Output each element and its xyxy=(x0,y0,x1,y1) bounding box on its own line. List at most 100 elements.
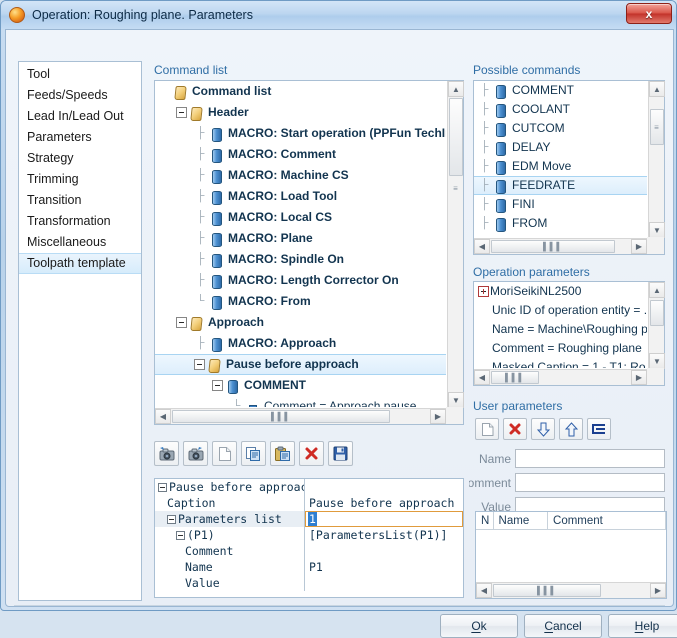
expander-icon[interactable] xyxy=(194,359,205,370)
tree-row[interactable]: ├ MACRO: Comment xyxy=(155,144,446,165)
command-list-panel[interactable]: Command list Header ├ MACRO: Start operatio… xyxy=(154,80,464,425)
table-body[interactable] xyxy=(476,530,666,581)
name-input[interactable] xyxy=(515,449,665,468)
property-row[interactable]: (P1) [ParametersList(P1)] xyxy=(155,527,463,543)
tree-row[interactable]: ├ DELAY xyxy=(474,138,647,157)
scroll-down-icon[interactable]: ▼ xyxy=(649,353,665,369)
scroll-left-icon[interactable]: ◀ xyxy=(476,583,492,598)
list-properties-icon[interactable] xyxy=(587,418,611,440)
move-up-icon[interactable] xyxy=(559,418,583,440)
cancel-button[interactable]: Cancel xyxy=(524,614,602,638)
tree-row[interactable]: ├ FROM xyxy=(474,214,647,233)
hscroll-thumb[interactable]: ▌▌▌ xyxy=(491,371,539,384)
move-down-icon[interactable] xyxy=(531,418,555,440)
tree-row[interactable]: └ MACRO: From xyxy=(155,291,446,312)
property-grid[interactable]: Pause before approach Caption Pause before… xyxy=(154,478,464,598)
property-value-editor[interactable]: 1 xyxy=(305,511,463,527)
category-list[interactable]: Tool Feeds/Speeds Lead In/Lead Out Paramete… xyxy=(18,61,142,601)
expander-icon[interactable] xyxy=(167,514,176,524)
tree-row[interactable]: ├ COOLANT xyxy=(474,100,647,119)
tree-row[interactable]: Pause before approach xyxy=(155,354,446,375)
sidebar-item-parameters[interactable]: Parameters xyxy=(19,127,141,148)
scroll-up-icon[interactable]: ▲ xyxy=(649,282,665,298)
property-value-cell[interactable]: P1 xyxy=(305,559,463,575)
user-parameters-toolbar[interactable] xyxy=(475,418,611,440)
expander-icon[interactable] xyxy=(176,107,187,118)
property-value-cell[interactable]: Pause before approach xyxy=(305,495,463,511)
sidebar-item-lead-in-lead-out[interactable]: Lead In/Lead Out xyxy=(19,106,141,127)
property-value-cell[interactable]: [ParametersList(P1)] xyxy=(305,527,463,543)
scroll-up-icon[interactable]: ▲ xyxy=(448,81,464,97)
tree-row[interactable]: Command list xyxy=(155,81,446,102)
scroll-right-icon[interactable]: ▶ xyxy=(631,370,647,385)
help-button[interactable]: Help xyxy=(608,614,677,638)
scroll-up-icon[interactable]: ▲ xyxy=(649,81,665,97)
hscroll-thumb[interactable]: ▌▌▌ xyxy=(172,410,390,423)
tree-row[interactable]: ├ MACRO: Length Corrector On xyxy=(155,270,446,291)
tree-row[interactable]: ├ EDM Move xyxy=(474,157,647,176)
table-column-header[interactable]: Comment xyxy=(548,512,666,529)
command-tree-vscrollbar[interactable]: ▲ ≡ ▼ xyxy=(447,81,464,408)
tree-row[interactable]: ├ MACRO: Approach xyxy=(155,333,446,354)
tree-row[interactable]: ├ MACRO: Plane xyxy=(155,228,446,249)
command-toolbar[interactable] xyxy=(154,441,353,466)
delete-icon[interactable] xyxy=(299,441,324,466)
opparams-hscrollbar[interactable]: ◀ ▌▌▌ ▶ xyxy=(474,369,647,385)
vscroll-thumb[interactable] xyxy=(449,98,463,176)
tree-row[interactable]: Masked Caption = 1 - T1: Ro... xyxy=(474,358,647,368)
sidebar-item-toolpath-template[interactable]: Toolpath template xyxy=(19,253,141,274)
property-row[interactable]: Pause before approach xyxy=(155,479,463,495)
possible-hscrollbar[interactable]: ◀ ▌▌▌ ▶ xyxy=(474,238,647,254)
scroll-right-icon[interactable]: ▶ xyxy=(650,583,666,598)
operation-parameters-panel[interactable]: MoriSeikiNL2500 Unic ID of operation enti… xyxy=(473,281,665,386)
snapshot-add-icon[interactable] xyxy=(154,441,179,466)
tree-row[interactable]: └ Comment = Approach pause xyxy=(155,396,446,407)
paste-icon[interactable] xyxy=(270,441,295,466)
opparams-vscrollbar[interactable]: ▲ ▼ xyxy=(648,282,665,369)
property-value-cell[interactable] xyxy=(305,543,463,559)
scroll-down-icon[interactable]: ▼ xyxy=(448,392,464,408)
user-parameters-table[interactable]: N Name Comment ◀ ▌▌▌ ▶ xyxy=(475,511,667,599)
scroll-left-icon[interactable]: ◀ xyxy=(474,370,490,385)
tree-row[interactable]: Name = Machine\Roughing pl... xyxy=(474,320,647,339)
scroll-right-icon[interactable]: ▶ xyxy=(430,409,446,424)
user-params-table-hscrollbar[interactable]: ◀ ▌▌▌ ▶ xyxy=(476,582,666,598)
tree-row[interactable]: Unic ID of operation entity = ... xyxy=(474,301,647,320)
tree-row[interactable]: ├ COMMENT xyxy=(474,81,647,100)
property-row[interactable]: Value xyxy=(155,575,463,591)
table-column-header[interactable]: Name xyxy=(494,512,549,529)
command-tree[interactable]: Command list Header ├ MACRO: Start operatio… xyxy=(155,81,446,407)
command-tree-hscrollbar[interactable]: ◀ ▌▌▌ ▶ xyxy=(155,408,446,424)
possible-commands-tree[interactable]: ├ COMMENT ├ COOLANT ├ CUTCOM ├ DELAY ├ EDM Move ├ F… xyxy=(474,81,647,237)
sidebar-item-trimming[interactable]: Trimming xyxy=(19,169,141,190)
sidebar-item-transformation[interactable]: Transformation xyxy=(19,211,141,232)
tree-row[interactable]: COMMENT xyxy=(155,375,446,396)
expander-icon[interactable] xyxy=(158,482,167,492)
new-parameter-icon[interactable] xyxy=(475,418,499,440)
scroll-right-icon[interactable]: ▶ xyxy=(631,239,647,254)
tree-row[interactable]: Header xyxy=(155,102,446,123)
scroll-down-icon[interactable]: ▼ xyxy=(649,222,665,238)
tree-row[interactable]: ├ MACRO: Load Tool xyxy=(155,186,446,207)
scroll-left-icon[interactable]: ◀ xyxy=(155,409,171,424)
property-value-cell[interactable] xyxy=(305,575,463,591)
property-row[interactable]: Comment xyxy=(155,543,463,559)
delete-parameter-icon[interactable] xyxy=(503,418,527,440)
property-row[interactable]: Name P1 xyxy=(155,559,463,575)
sidebar-item-tool[interactable]: Tool xyxy=(19,64,141,85)
table-column-header[interactable]: N xyxy=(476,512,494,529)
property-row[interactable]: Caption Pause before approach xyxy=(155,495,463,511)
copy-icon[interactable] xyxy=(241,441,266,466)
hscroll-thumb[interactable]: ▌▌▌ xyxy=(493,584,601,597)
sidebar-item-feeds-speeds[interactable]: Feeds/Speeds xyxy=(19,85,141,106)
property-value-cell[interactable] xyxy=(305,479,463,495)
tree-row[interactable]: Approach xyxy=(155,312,446,333)
close-icon[interactable]: x xyxy=(626,3,672,24)
tree-row[interactable]: ├ MACRO: Local CS xyxy=(155,207,446,228)
new-file-icon[interactable] xyxy=(212,441,237,466)
ok-button[interactable]: Ok xyxy=(440,614,518,638)
sidebar-item-transition[interactable]: Transition xyxy=(19,190,141,211)
tree-row[interactable]: Comment = Roughing plane xyxy=(474,339,647,358)
expander-icon[interactable] xyxy=(176,317,187,328)
vscroll-thumb[interactable] xyxy=(650,300,664,326)
